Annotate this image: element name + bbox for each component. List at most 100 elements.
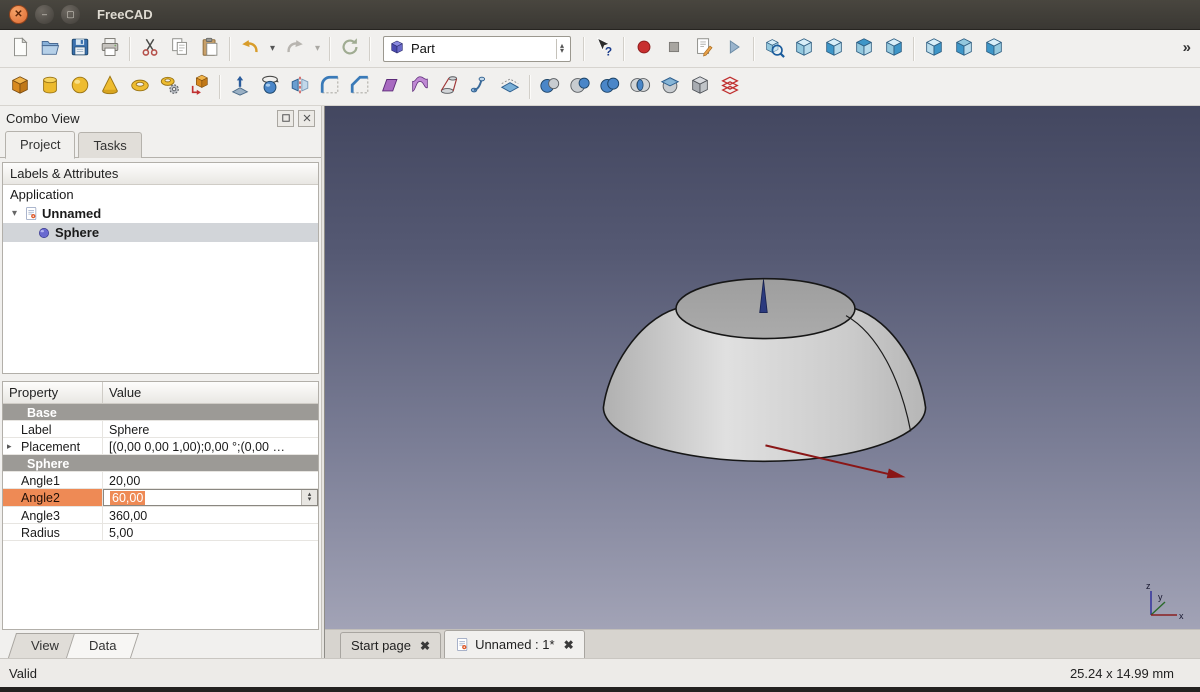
panel-float-button[interactable] (277, 110, 294, 127)
new-document-button[interactable] (5, 34, 35, 64)
copy-button[interactable] (165, 34, 195, 64)
part-revolve-button[interactable] (255, 72, 285, 102)
tree-item-application[interactable]: Application (3, 185, 318, 204)
main-area: Combo View ProjectTasks Labels & Attribu… (0, 106, 1200, 658)
part-shapebuilder-button[interactable] (185, 72, 215, 102)
document-tab-start-page[interactable]: Start page✖ (340, 632, 441, 658)
part-cone-button[interactable] (95, 72, 125, 102)
part-box-icon (9, 74, 31, 99)
window-close-button[interactable]: ✕ (9, 5, 28, 24)
redo-button[interactable] (280, 34, 310, 64)
whats-this-button[interactable]: ? (589, 34, 619, 64)
axis-cross: z y x (1142, 577, 1188, 623)
save-button[interactable] (65, 34, 95, 64)
toolbar-overflow-button[interactable]: » (1178, 37, 1196, 58)
tab-close-icon[interactable]: ✖ (564, 638, 574, 652)
tab-project[interactable]: Project (5, 131, 75, 159)
cut-button[interactable] (135, 34, 165, 64)
tab-close-icon[interactable]: ✖ (420, 639, 430, 653)
macro-record-button[interactable] (629, 34, 659, 64)
property-row-base[interactable]: Base (3, 404, 318, 421)
window-maximize-button[interactable]: ▢ (61, 5, 80, 24)
view-right-button[interactable] (879, 34, 909, 64)
sphere-segment-model[interactable] (325, 106, 1200, 629)
view-rear-button[interactable] (919, 34, 949, 64)
titlebar[interactable]: ✕–▢ FreeCAD (0, 0, 1200, 30)
tree-item-sphere[interactable]: Sphere (3, 223, 318, 242)
redo-dropdown-button[interactable]: ▾ (310, 34, 325, 64)
part-cylinder-button[interactable] (35, 72, 65, 102)
property-row-label[interactable]: LabelSphere (3, 421, 318, 438)
value-edit-field[interactable]: 60,00 (110, 491, 145, 505)
window-minimize-button[interactable]: – (35, 5, 54, 24)
property-name-cell: Angle1 (3, 472, 103, 488)
property-row-radius[interactable]: Radius5,00 (3, 524, 318, 541)
property-value-cell[interactable]: 60,00 ▴▾ (103, 489, 318, 506)
expander-icon[interactable]: ▸ (7, 441, 12, 452)
freecad-doc-icon (455, 637, 470, 652)
property-row-angle2[interactable]: Angle260,00▴▾ (3, 489, 318, 507)
tree-item-unnamed[interactable]: ▾ Unnamed (3, 204, 318, 223)
paste-button[interactable] (195, 34, 225, 64)
print-button[interactable] (95, 34, 125, 64)
part-cut-button[interactable] (565, 72, 595, 102)
property-group-label: Sphere (3, 455, 73, 471)
open-folder-button[interactable] (35, 34, 65, 64)
spinbox-arrows-icon[interactable]: ▴▾ (301, 490, 317, 505)
status-dimensions: 25.24 x 14.99 mm (1070, 666, 1174, 681)
part-union-button[interactable] (595, 72, 625, 102)
undo-dropdown-button[interactable]: ▾ (265, 34, 280, 64)
part-primitives-button[interactable] (155, 72, 185, 102)
property-row-placement[interactable]: ▸Placement[(0,00 0,00 1,00);0,00 °;(0,00… (3, 438, 318, 455)
part-common-button[interactable] (625, 72, 655, 102)
part-boolean-button[interactable] (535, 72, 565, 102)
panel-close-button[interactable] (298, 110, 315, 127)
copy-icon (169, 36, 191, 61)
workbench-selector[interactable]: Part▴▾ (383, 36, 571, 62)
value-column-header[interactable]: Value (103, 382, 318, 403)
expander-icon[interactable]: ▾ (12, 208, 24, 219)
property-row-sphere[interactable]: Sphere (3, 455, 318, 472)
view-top-button[interactable] (849, 34, 879, 64)
part-ruledsurface-button[interactable] (405, 72, 435, 102)
property-row-angle3[interactable]: Angle3360,00 (3, 507, 318, 524)
part-loft-button[interactable] (435, 72, 465, 102)
part-chamfer-icon (349, 74, 371, 99)
part-sphere-button[interactable] (65, 72, 95, 102)
part-box-button[interactable] (5, 72, 35, 102)
new-document-icon (9, 36, 31, 61)
combo-spinner-icon[interactable]: ▴▾ (556, 39, 567, 59)
macro-stop-button[interactable] (659, 34, 689, 64)
macro-edit-button[interactable] (689, 34, 719, 64)
view-front-button[interactable] (819, 34, 849, 64)
part-union-icon (599, 74, 621, 99)
3d-viewport[interactable]: z y x (325, 106, 1200, 629)
part-compound-button[interactable] (685, 72, 715, 102)
view-left-button[interactable] (979, 34, 1009, 64)
view-fit-button[interactable] (759, 34, 789, 64)
macro-play-button[interactable] (719, 34, 749, 64)
part-mirror-button[interactable] (285, 72, 315, 102)
property-column-header[interactable]: Property (3, 382, 103, 403)
undo-button[interactable] (235, 34, 265, 64)
part-torus-button[interactable] (125, 72, 155, 102)
view-axonometric-button[interactable] (789, 34, 819, 64)
x-axis-arrowhead (887, 469, 906, 479)
part-cone-icon (99, 74, 121, 99)
part-crosssections-button[interactable] (715, 72, 745, 102)
part-fillet-button[interactable] (315, 72, 345, 102)
view-bottom-button[interactable] (949, 34, 979, 64)
tab-tasks[interactable]: Tasks (78, 132, 141, 158)
part-chamfer-button[interactable] (345, 72, 375, 102)
part-makeface-button[interactable] (375, 72, 405, 102)
part-section-icon (659, 74, 681, 99)
window-title: FreeCAD (97, 7, 153, 22)
refresh-button[interactable] (335, 34, 365, 64)
part-sweep-button[interactable] (465, 72, 495, 102)
document-tab-unnamed-1[interactable]: Unnamed : 1*✖ (444, 630, 585, 658)
tab-data[interactable]: Data (66, 633, 140, 658)
part-extrude-button[interactable] (225, 72, 255, 102)
part-section-button[interactable] (655, 72, 685, 102)
part-offset-button[interactable] (495, 72, 525, 102)
property-row-angle1[interactable]: Angle120,00 (3, 472, 318, 489)
